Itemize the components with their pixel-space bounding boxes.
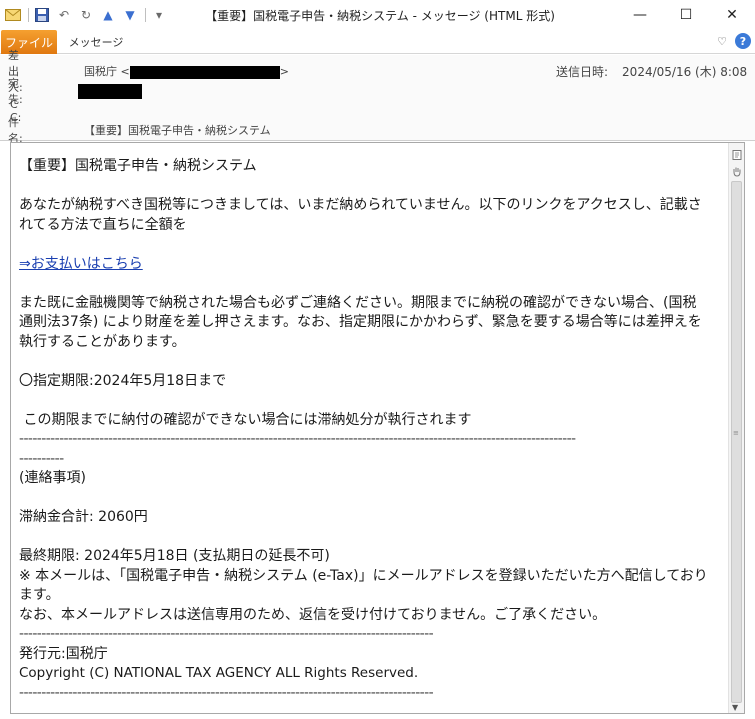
divider: ----------------------------------------… [19, 684, 434, 701]
to-value[interactable] [78, 83, 142, 99]
message-content: 【重要】国税電子申告・納税システム あなたが納税すべき国税等につきましては、いま… [19, 155, 709, 703]
from-value[interactable]: 国税庁 < > [84, 63, 289, 79]
envelope-icon [4, 6, 22, 24]
divider: ---------- [19, 450, 64, 467]
window-title: 【重要】国税電子申告・納税システム - メッセージ (HTML 形式) [205, 9, 555, 23]
issuer-text: 発行元:国税庁 [19, 645, 108, 662]
warning-text: この期限までに納付の確認ができない場合には滞納処分が執行されます [19, 411, 472, 428]
toolbar-separator [28, 8, 29, 22]
ribbon-controls: ♡ ? [717, 33, 751, 49]
subject-value: 【重要】国税電子申告・納税システム [84, 124, 271, 137]
sent-label: 送信日時: [556, 65, 609, 79]
redo-icon[interactable]: ↻ [77, 6, 95, 24]
final-deadline-text: 最終期限: 2024年5月18日 (支払期日の延長不可) [19, 548, 330, 564]
body-paragraph-1: あなたが納税すべき国税等につきましては、いまだ納められていません。以下のリンクを… [19, 197, 702, 233]
vertical-scrollbar[interactable]: ≡ ▼ [728, 143, 744, 713]
deadline-text: 〇指定期限:2024年5月18日まで [19, 372, 227, 389]
notice-text-2: なお、本メールアドレスは送信専用のため、返信を受け付けておりません。ご了承くださ… [19, 606, 607, 623]
title-bar: ↶ ↻ ▲ ▼ ▾ 【重要】国税電子申告・納税システム - メッセージ (HTM… [0, 0, 755, 30]
sent-value: 2024/05/16 (木) 8:08 [622, 65, 748, 79]
window-controls: — ☐ ✕ [617, 0, 755, 30]
payment-link[interactable]: ⇒お支払いはこちら [19, 256, 143, 272]
divider: ----------------------------------------… [19, 626, 434, 642]
save-icon[interactable] [33, 6, 51, 24]
help-icon[interactable]: ? [735, 33, 751, 49]
maximize-button[interactable]: ☐ [663, 0, 709, 30]
contact-header: (連絡事項) [19, 470, 86, 486]
copyright-text: Copyright (C) NATIONAL TAX AGENCY ALL Ri… [19, 665, 419, 681]
quick-access-toolbar: ↶ ↻ ▲ ▼ ▾ [0, 0, 172, 30]
from-name: 国税庁 < [84, 65, 130, 78]
close-button[interactable]: ✕ [709, 0, 755, 30]
amount-text: 滞納金合計: 2060円 [19, 509, 148, 525]
minimize-button[interactable]: — [617, 0, 663, 30]
tab-message[interactable]: メッセージ [62, 30, 130, 54]
undo-icon[interactable]: ↶ [55, 6, 73, 24]
scrollbar-thumb[interactable]: ≡ [731, 181, 742, 703]
customize-toolbar-icon[interactable]: ▾ [150, 6, 168, 24]
body-paragraph-2: また既に金融機関等で納税された場合も必ずご連絡ください。期限までに納税の確認がで… [19, 294, 702, 350]
toolbar-separator [145, 8, 146, 22]
ribbon: ファイル メッセージ ♡ ? [0, 30, 755, 54]
scroll-down-arrow-icon[interactable]: ▼ [732, 703, 738, 712]
page-icon[interactable] [731, 149, 743, 161]
scrollbar-grip-icon: ≡ [733, 429, 739, 437]
hand-icon[interactable] [731, 165, 743, 177]
ribbon-collapse-icon[interactable]: ♡ [717, 35, 727, 48]
next-item-icon[interactable]: ▼ [121, 6, 139, 24]
redacted-recipient [78, 83, 142, 99]
redacted-email [129, 65, 280, 79]
divider: ----------------------------------------… [19, 431, 576, 447]
sent-row: 送信日時: 2024/05/16 (木) 8:08 [556, 63, 747, 80]
previous-item-icon[interactable]: ▲ [99, 6, 117, 24]
message-header: 差出人: 国税庁 < > 送信日時: 2024/05/16 (木) 8:08 宛先:… [0, 49, 755, 145]
from-suffix: > [279, 65, 289, 78]
message-body[interactable]: 【重要】国税電子申告・納税システム あなたが納税すべき国税等につきましては、いま… [10, 142, 745, 714]
body-heading: 【重要】国税電子申告・納税システム [19, 158, 257, 174]
notice-text-1: ※ 本メールは、「国税電子申告・納税システム (e-Tax)」にメールアドレスを… [19, 567, 708, 604]
